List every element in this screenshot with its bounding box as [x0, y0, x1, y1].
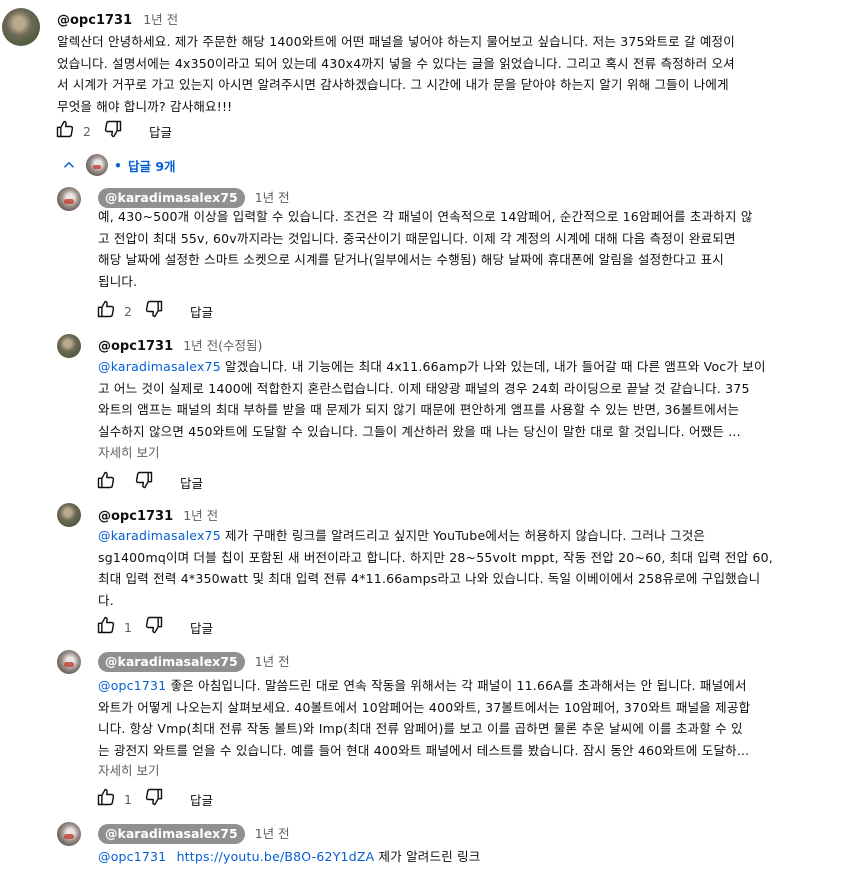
reply-button[interactable]: 답글 — [190, 790, 213, 809]
like-count: 2 — [83, 123, 91, 139]
comment-header: @opc1731 1년 전 — [57, 9, 178, 28]
author-name[interactable]: @opc1731 — [98, 509, 173, 524]
reply-button[interactable]: 답글 — [180, 473, 203, 492]
thumbs-down-icon — [135, 471, 153, 489]
video-link[interactable]: https://youtu.be/B8O-62Y1dZA — [177, 849, 375, 864]
comment-line: 알겠습니다. 내 기능에는 최대 4x11.66amp가 나와 있는데, 내가 … — [225, 359, 766, 374]
reply-text: @opc1731 https://youtu.be/B8O-62Y1dZA 제가… — [98, 846, 838, 868]
avatar[interactable] — [57, 650, 81, 674]
mention-link[interactable]: @karadimasalex75 — [98, 528, 221, 543]
comment-line: 제가 구매한 링크를 알려드리고 싶지만 YouTube에서는 허용하지 않습니… — [225, 528, 706, 543]
read-more-button[interactable]: 자세히 보기 — [98, 442, 159, 461]
comment-line: 실수하지 않으면 450와트에 도달할 수 있습니다. 그들이 계산하러 왔을 … — [98, 423, 741, 439]
comment-line: sg1400mq이며 더블 칩이 포함된 새 버전이라고 합니다. 하지만 28… — [98, 549, 773, 565]
author-name[interactable]: @opc1731 — [98, 339, 173, 354]
comment-line: 와트가 어떻게 나오는지 살펴보세요. 40볼트에서 10암페어는 400와트,… — [98, 699, 751, 715]
thumbs-up-icon — [97, 300, 115, 318]
like-button[interactable] — [96, 470, 116, 494]
replies-toggle[interactable]: • 답글 9개 — [60, 153, 176, 177]
reply-button[interactable]: 답글 — [190, 302, 213, 321]
author-name[interactable]: @opc1731 — [57, 13, 132, 28]
reply-text: @karadimasalex75 제가 구매한 링크를 알려드리고 싶지만 Yo… — [98, 525, 838, 611]
comment-line: 예, 430~500개 이상을 입력할 수 있습니다. 조건은 각 패널이 연속… — [98, 209, 753, 224]
comment-line: 었습니다. 설명서에는 4x350이라고 되어 있는데 430x4까지 넣을 수… — [57, 55, 735, 71]
comment-line: 알렉산더 안녕하세요. 제가 주문한 해당 1400와트에 어떤 패널을 넣어야… — [57, 34, 735, 49]
like-button[interactable] — [96, 299, 116, 323]
comment-line: 무엇을 해야 합니까? 감사해요!!! — [57, 98, 233, 114]
reply-text: @opc1731 좋은 아침입니다. 말씀드린 대로 연속 작동을 위해서는 각… — [98, 675, 838, 761]
dislike-button[interactable] — [144, 299, 164, 323]
thumbs-down-icon — [145, 300, 163, 318]
comment-line: 고 어느 것이 실제로 1400에 적합한지 혼란스럽습니다. 이제 태양광 패… — [98, 380, 750, 396]
comment-line: 와트의 앰프는 패널의 최대 부하를 받을 때 문제가 되지 않기 때문에 편안… — [98, 402, 740, 417]
separator-dot: • — [114, 157, 122, 173]
avatar[interactable] — [57, 187, 81, 211]
comment-time[interactable]: 1년 전 — [255, 190, 290, 205]
avatar[interactable] — [57, 334, 81, 358]
comment-line: 서 시계가 거꾸로 가고 있는지 아시면 알려주시면 감사하겠습니다. 그 시간… — [57, 77, 729, 92]
comment-line: 다. — [98, 592, 114, 608]
like-count: 2 — [124, 303, 132, 319]
like-button[interactable] — [96, 787, 116, 811]
reply-actions: 답글 — [96, 470, 203, 494]
author-chip[interactable]: @karadimasalex75 — [98, 824, 245, 844]
comment-line: 좋은 아침입니다. 말씀드린 대로 연속 작동을 위해서는 각 패널이 11.6… — [170, 678, 747, 693]
comment-line: 고 전압이 최대 55v, 60v까지라는 것입니다. 중국산이기 때문입니다.… — [98, 230, 736, 246]
comment-time[interactable]: 1년 전 — [143, 12, 178, 27]
mention-link[interactable]: @opc1731 — [98, 678, 166, 693]
mention-link[interactable]: @karadimasalex75 — [98, 359, 221, 374]
like-count: 1 — [124, 619, 132, 635]
reply-actions: 2 답글 — [96, 299, 213, 323]
thumbs-down-icon — [104, 120, 122, 138]
comment-line: 는 광전지 와트를 얻을 수 있습니다. 예를 들어 현대 400와트 패널에서… — [98, 742, 750, 758]
reply-header: @karadimasalex75 1년 전 — [98, 823, 290, 844]
avatar — [86, 154, 108, 176]
replies-count: 답글 9개 — [128, 158, 176, 174]
thumbs-down-icon — [145, 788, 163, 806]
dislike-button[interactable] — [144, 615, 164, 639]
reply-actions: 1 답글 — [96, 615, 213, 639]
chevron-up-icon — [63, 161, 75, 168]
author-chip[interactable]: @karadimasalex75 — [98, 188, 245, 208]
reply-header: @karadimasalex75 1년 전 — [98, 187, 290, 208]
dislike-button[interactable] — [103, 119, 123, 143]
comment-text: 알렉산더 안녕하세요. 제가 주문한 해당 1400와트에 어떤 패널을 넣어야… — [57, 31, 841, 117]
comment-actions: 2 답글 — [55, 119, 172, 143]
reply-header: @opc1731 1년 전(수정됨) — [98, 335, 262, 354]
comment-line: 최대 입력 전력 4*350watt 및 최대 입력 전류 4*11.66amp… — [98, 571, 761, 586]
avatar[interactable] — [57, 503, 81, 527]
thumbs-up-icon — [97, 616, 115, 634]
dislike-button[interactable] — [144, 787, 164, 811]
thumbs-down-icon — [145, 616, 163, 634]
reply-text: 예, 430~500개 이상을 입력할 수 있습니다. 조건은 각 패널이 연속… — [98, 206, 838, 292]
like-count: 1 — [124, 791, 132, 807]
thumbs-up-icon — [56, 120, 74, 138]
dislike-button[interactable] — [134, 470, 154, 494]
author-chip[interactable]: @karadimasalex75 — [98, 652, 245, 672]
avatar[interactable] — [57, 822, 81, 846]
comment-time[interactable]: 1년 전 — [255, 826, 290, 841]
comment-time[interactable]: 1년 전 — [183, 508, 218, 523]
reply-button[interactable]: 답글 — [149, 122, 172, 141]
reply-text: @karadimasalex75 알겠습니다. 내 기능에는 최대 4x11.6… — [98, 356, 838, 442]
reply-header: @opc1731 1년 전 — [98, 505, 218, 524]
comment-line: 니다. 항상 Vmp(최대 전류 작동 볼트)와 Imp(최대 전류 암페어)를… — [98, 721, 743, 736]
like-button[interactable] — [96, 615, 116, 639]
thumbs-up-icon — [97, 471, 115, 489]
thumbs-up-icon — [97, 788, 115, 806]
comment-time[interactable]: 1년 전(수정됨) — [183, 338, 262, 353]
avatar[interactable] — [2, 8, 40, 46]
comment-line: 해당 날짜에 설정한 스마트 소켓으로 시계를 닫거나(일부에서는 수행됨) 해… — [98, 252, 725, 267]
reply-header: @karadimasalex75 1년 전 — [98, 651, 290, 672]
reply-actions: 1 답글 — [96, 787, 213, 811]
like-button[interactable] — [55, 119, 75, 143]
comment-time[interactable]: 1년 전 — [255, 654, 290, 669]
read-more-button[interactable]: 자세히 보기 — [98, 760, 159, 779]
mention-link[interactable]: @opc1731 — [98, 849, 166, 864]
reply-button[interactable]: 답글 — [190, 618, 213, 637]
comment-line: 됩니다. — [98, 273, 138, 289]
comment-line: 제가 알려드린 링크 — [378, 849, 481, 864]
